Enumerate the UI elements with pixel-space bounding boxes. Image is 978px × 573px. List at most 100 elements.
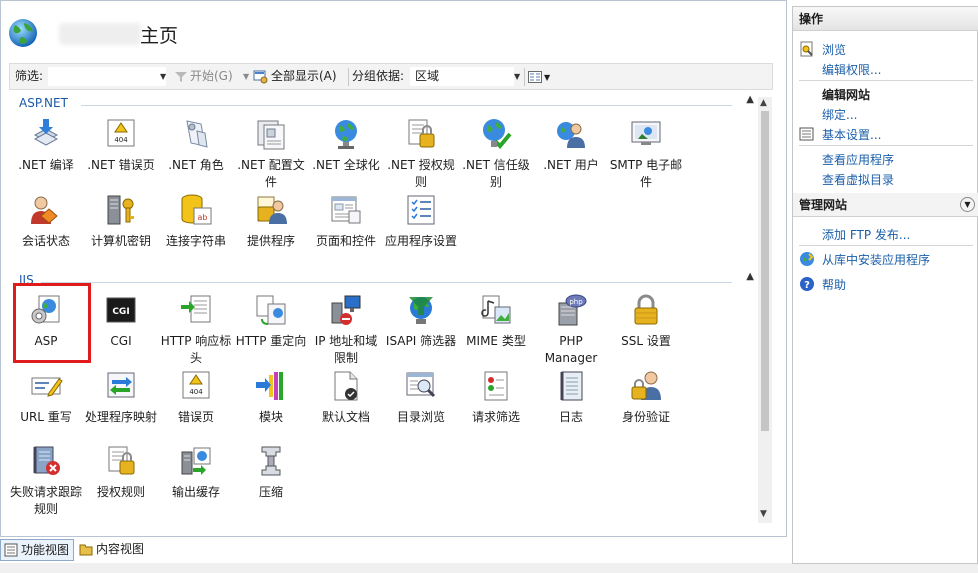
- feature-authentication[interactable]: 身份验证: [609, 369, 683, 426]
- content-view-icon: [79, 544, 93, 556]
- feature-authorization-rules[interactable]: 授权规则: [84, 444, 158, 501]
- roles-icon: [186, 120, 208, 148]
- feature-logging[interactable]: 日志: [534, 369, 608, 426]
- feature-php-manager[interactable]: php PHP Manager: [534, 293, 608, 367]
- collapse-chevron-icon[interactable]: ▼: [960, 197, 975, 212]
- action-add-ftp-publishing[interactable]: 添加 FTP 发布...: [822, 226, 910, 243]
- feature-url-rewrite[interactable]: URL 重写: [9, 369, 83, 426]
- status-strip: [0, 563, 978, 573]
- collapse-chevron-icon[interactable]: ▲: [746, 271, 754, 282]
- view-mode-button[interactable]: ▼: [528, 64, 550, 89]
- tab-content-view[interactable]: 内容视图: [76, 539, 148, 561]
- logging-icon: [560, 371, 583, 401]
- asp-icon: [31, 295, 60, 324]
- basic-settings-icon: [799, 127, 814, 141]
- feature-handler-mappings[interactable]: 处理程序映射: [84, 369, 158, 426]
- feature-dotnet-profile[interactable]: .NET 配置文件: [234, 117, 308, 191]
- url-rewrite-icon: [31, 377, 63, 397]
- gallery-install-icon: [800, 252, 814, 266]
- error-pages-icon: 404: [182, 371, 210, 399]
- feature-default-document[interactable]: 默认文档: [309, 369, 383, 426]
- feature-dotnet-users[interactable]: .NET 用户: [534, 117, 608, 174]
- feature-ssl-settings[interactable]: SSL 设置: [609, 293, 683, 350]
- mime-types-icon: [481, 295, 511, 324]
- scroll-thumb[interactable]: [761, 111, 769, 431]
- group-title: ASP.NET: [19, 96, 72, 110]
- manage-site-header[interactable]: 管理网站 ▼: [793, 193, 978, 217]
- filter-toolbar: 筛选: ▼ 开始(G) ▼ 全部显示(A) 分组依据: 区域 ▼ ▼: [9, 63, 773, 90]
- group-header-iis[interactable]: IIS ▲: [19, 271, 754, 289]
- action-browse[interactable]: 浏览: [822, 41, 846, 58]
- group-by-dropdown-arrow[interactable]: ▼: [514, 64, 520, 89]
- group-divider: [81, 105, 732, 106]
- edit-site-heading: 编辑网站: [822, 88, 871, 102]
- feature-error-pages[interactable]: 404 错误页: [159, 369, 233, 426]
- action-basic-settings[interactable]: 基本设置...: [822, 126, 881, 143]
- feature-request-filtering[interactable]: 请求筛选: [459, 369, 533, 426]
- page-title: 主页: [140, 25, 179, 47]
- feature-machine-key[interactable]: 计算机密钥: [84, 193, 158, 250]
- svg-text:?: ?: [804, 280, 810, 291]
- features-view-icon: [4, 543, 18, 557]
- view-grid-icon: [528, 70, 542, 83]
- feature-connection-strings[interactable]: ab 连接字符串: [159, 193, 233, 250]
- feature-failed-request-tracing[interactable]: 失败请求跟踪规则: [9, 444, 83, 518]
- start-dropdown-arrow[interactable]: ▼: [243, 64, 249, 89]
- feature-cgi[interactable]: CGI CGI: [84, 293, 158, 350]
- feature-dotnet-error-pages[interactable]: 404 .NET 错误页: [84, 117, 158, 174]
- feature-ip-domain-restrictions[interactable]: IP 地址和域限制: [309, 293, 383, 367]
- action-edit-permissions[interactable]: 编辑权限...: [822, 61, 881, 78]
- scroll-up-arrow-icon[interactable]: ▲: [760, 98, 767, 108]
- feature-output-caching[interactable]: 输出缓存: [159, 444, 233, 501]
- authorization-icon: [108, 446, 135, 475]
- output-caching-icon: [181, 447, 211, 475]
- handler-mappings-icon: [107, 372, 135, 398]
- page-header: 主页: [7, 17, 507, 53]
- filter-dropdown-arrow[interactable]: ▼: [160, 64, 166, 89]
- action-view-virtual-directories[interactable]: 查看虚拟目录: [822, 171, 894, 188]
- start-button[interactable]: 开始(G): [174, 64, 233, 89]
- globe-icon: [9, 19, 37, 47]
- request-filtering-icon: [484, 371, 508, 401]
- view-tabs: 功能视图 内容视图: [0, 539, 787, 561]
- actions-separator: [799, 145, 973, 146]
- feature-dotnet-trust-levels[interactable]: .NET 信任级别: [459, 117, 533, 191]
- connection-strings-icon: ab: [181, 194, 212, 225]
- feature-asp[interactable]: ASP: [9, 293, 83, 350]
- feature-app-settings[interactable]: 应用程序设置: [384, 193, 458, 250]
- feature-modules[interactable]: 模块: [234, 369, 308, 426]
- feature-directory-browsing[interactable]: 目录浏览: [384, 369, 458, 426]
- feature-providers[interactable]: 提供程序: [234, 193, 308, 250]
- machine-key-icon: [107, 195, 134, 225]
- action-help[interactable]: 帮助: [822, 276, 846, 293]
- feature-mime-types[interactable]: MIME 类型: [459, 293, 533, 350]
- feature-http-response-headers[interactable]: HTTP 响应标头: [159, 293, 233, 367]
- show-all-button[interactable]: 全部显示(A): [253, 64, 337, 89]
- feature-dotnet-authorization[interactable]: .NET 授权规则: [384, 117, 458, 191]
- vertical-scrollbar[interactable]: ▲ ▼: [758, 97, 772, 523]
- scroll-down-arrow-icon[interactable]: ▼: [760, 509, 767, 519]
- feature-smtp-email[interactable]: SMTP 电子邮件: [609, 117, 683, 191]
- feature-http-redirect[interactable]: HTTP 重定向: [234, 293, 308, 350]
- feature-isapi-filters[interactable]: ISAPI 筛选器: [384, 293, 458, 350]
- ssl-lock-icon: [634, 294, 658, 325]
- tab-features-view[interactable]: 功能视图: [0, 539, 75, 561]
- feature-compression[interactable]: 压缩: [234, 444, 308, 501]
- action-view-applications[interactable]: 查看应用程序: [822, 151, 894, 168]
- action-bindings[interactable]: 绑定...: [822, 106, 857, 123]
- filter-input[interactable]: [48, 67, 166, 86]
- action-install-from-gallery[interactable]: 从库中安装应用程序: [822, 251, 930, 268]
- feature-session-state[interactable]: 会话状态: [9, 193, 83, 250]
- collapse-chevron-icon[interactable]: ▲: [746, 94, 754, 105]
- feature-dotnet-globalization[interactable]: .NET 全球化: [309, 117, 383, 174]
- group-by-select[interactable]: 区域: [410, 67, 514, 86]
- pages-controls-icon: [331, 196, 361, 224]
- feature-pages-controls[interactable]: 页面和控件: [309, 193, 383, 250]
- feature-dotnet-roles[interactable]: .NET 角色: [159, 117, 233, 174]
- group-header-aspnet[interactable]: ASP.NET ▲: [19, 94, 754, 112]
- blurred-site-name: [59, 23, 141, 45]
- php-manager-icon: php: [558, 294, 587, 326]
- toolbar-separator: [348, 68, 349, 86]
- feature-dotnet-compile[interactable]: .NET 编译: [9, 117, 83, 174]
- modules-icon: [256, 372, 283, 400]
